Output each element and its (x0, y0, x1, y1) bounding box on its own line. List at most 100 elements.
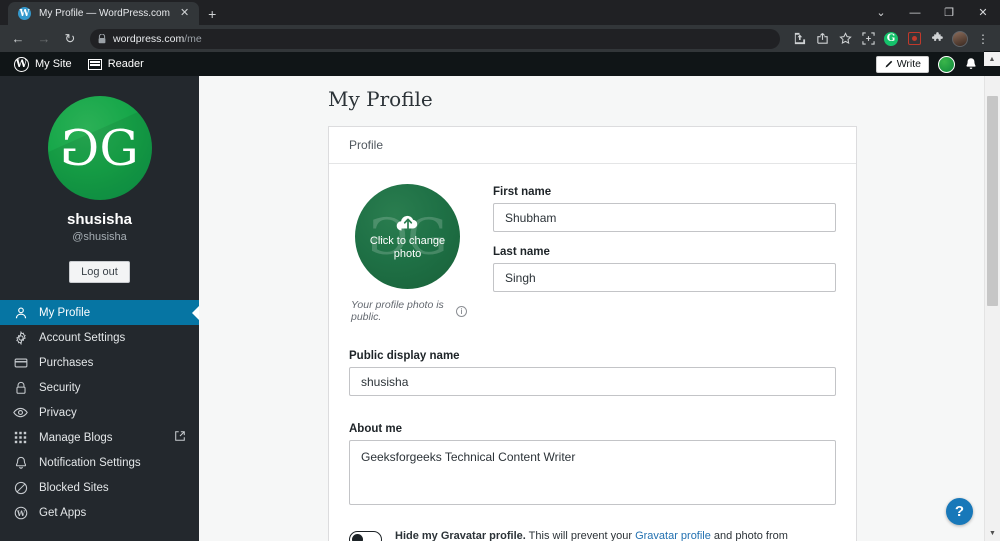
install-app-icon[interactable] (788, 28, 810, 50)
extensions-puzzle-icon[interactable] (926, 28, 948, 50)
page-scrollbar[interactable]: ▼ (984, 76, 1000, 541)
browser-toolbar: ← → ↻ wordpress.com/me G ⋮ (0, 25, 1000, 52)
bell-icon (13, 456, 28, 470)
wordpress-favicon-icon: W (18, 7, 31, 20)
minimize-button[interactable]: — (898, 0, 932, 25)
browser-tab-strip: W My Profile — WordPress.com ✕ + ⌄ — ❐ ✕ (0, 0, 1000, 25)
share-icon[interactable] (811, 28, 833, 50)
reader-label: Reader (107, 58, 144, 70)
profile-sidebar: GG shusisha @shusisha Log out My Profile (0, 76, 199, 541)
bookmark-star-icon[interactable] (834, 28, 856, 50)
sidebar-item-label: Privacy (39, 406, 77, 419)
back-icon[interactable]: ← (6, 27, 30, 51)
maximize-button[interactable]: ❐ (932, 0, 966, 25)
page-body: GG shusisha @shusisha Log out My Profile (0, 76, 1000, 541)
name-fields-column: First name Last name (493, 184, 836, 323)
gravatar-profile-link[interactable]: Gravatar profile (635, 530, 711, 541)
scrollbar-thumb[interactable] (987, 96, 998, 306)
about-me-textarea[interactable]: Geeksforgeeks Technical Content Writer (349, 440, 836, 505)
first-name-label: First name (493, 186, 552, 198)
notifications-bell-icon[interactable] (964, 57, 978, 71)
sidebar-item-label: Get Apps (39, 506, 87, 519)
sidebar-profile-block: GG shusisha @shusisha Log out (0, 76, 199, 283)
sidebar-item-purchases[interactable]: Purchases (0, 350, 199, 375)
sidebar-item-manage-blogs[interactable]: Manage Blogs (0, 425, 199, 450)
photo-public-note: Your profile photo is public. i (351, 299, 467, 323)
tab-title: My Profile — WordPress.com (39, 8, 170, 19)
sidebar-item-label: Blocked Sites (39, 481, 109, 494)
window-controls: ⌄ — ❐ ✕ (864, 0, 1000, 25)
public-display-name-label: Public display name (349, 350, 460, 362)
sidebar-menu: My Profile Account Settings Purchases Se… (0, 300, 199, 525)
hide-gravatar-description: Hide my Gravatar profile. This will prev… (395, 530, 788, 541)
upload-icon (396, 215, 417, 231)
write-button[interactable]: Write (875, 55, 929, 73)
scroll-down-arrow[interactable]: ▼ (985, 525, 1000, 541)
profile-avatar-icon[interactable] (949, 28, 971, 50)
sidebar-item-account-settings[interactable]: Account Settings (0, 325, 199, 350)
sidebar-item-security[interactable]: Security (0, 375, 199, 400)
public-display-name-field: Public display name (349, 350, 836, 396)
new-tab-button[interactable]: + (208, 7, 216, 21)
wordpress-masthead: W My Site Reader Write (0, 52, 1000, 76)
sidebar-item-my-profile[interactable]: My Profile (0, 300, 199, 325)
sidebar-item-label: Manage Blogs (39, 431, 113, 444)
chrome-menu-icon[interactable]: ⋮ (972, 28, 994, 50)
browser-window: W My Profile — WordPress.com ✕ + ⌄ — ❐ ✕… (0, 0, 1000, 541)
lock-icon (13, 381, 28, 395)
logout-button[interactable]: Log out (69, 261, 130, 283)
grammarly-extension-icon[interactable]: G (880, 28, 902, 50)
info-icon[interactable]: i (456, 305, 467, 317)
external-link-icon (174, 430, 186, 445)
my-site-label: My Site (35, 58, 72, 70)
url-text: wordpress.com/me (113, 32, 202, 45)
close-tab-icon[interactable]: ✕ (178, 8, 191, 19)
reader-icon (87, 58, 102, 70)
card-header-profile: Profile (329, 127, 856, 164)
sidebar-avatar[interactable]: GG (47, 96, 152, 200)
hide-gravatar-toggle[interactable] (349, 531, 382, 541)
gear-icon (13, 330, 28, 345)
first-name-input[interactable] (493, 203, 836, 232)
credit-card-icon (13, 356, 28, 370)
sidebar-item-label: Purchases (39, 356, 94, 369)
sidebar-item-notification-settings[interactable]: Notification Settings (0, 450, 199, 475)
change-photo-label: Click to change photo (369, 234, 446, 260)
pencil-icon (885, 60, 892, 67)
close-window-button[interactable]: ✕ (966, 0, 1000, 25)
hide-gravatar-bold-label: Hide my Gravatar profile. (395, 530, 526, 541)
screenshot-capture-icon[interactable] (857, 28, 879, 50)
main-content: My Profile Profile GG Click to change ph… (199, 76, 1000, 541)
change-photo-button[interactable]: GG Click to change photo (355, 184, 460, 289)
help-button[interactable]: ? (946, 498, 973, 525)
sidebar-item-label: Notification Settings (39, 456, 141, 469)
public-display-name-input[interactable] (349, 367, 836, 396)
about-me-label: About me (349, 423, 403, 435)
address-bar[interactable]: wordpress.com/me (90, 28, 780, 49)
write-label: Write (896, 58, 921, 70)
hide-gravatar-row: Hide my Gravatar profile. This will prev… (349, 529, 836, 541)
forward-icon[interactable]: → (32, 27, 56, 51)
scroll-up-arrow[interactable]: ▲ (984, 52, 1000, 66)
last-name-input[interactable] (493, 263, 836, 292)
reload-icon[interactable]: ↻ (58, 27, 82, 51)
masthead-my-site[interactable]: W My Site (6, 52, 80, 76)
sidebar-display-name: shusisha (66, 211, 133, 228)
sidebar-item-privacy[interactable]: Privacy (0, 400, 199, 425)
avatar-column: GG Click to change photo Your profile ph… (349, 184, 467, 323)
grid-icon (13, 431, 28, 444)
sidebar-item-label: Account Settings (39, 331, 126, 344)
screen-recorder-extension-icon[interactable] (903, 28, 925, 50)
about-me-field: About me Geeksforgeeks Technical Content… (349, 423, 836, 510)
sidebar-handle: @shusisha (72, 231, 127, 243)
tab-search-icon[interactable]: ⌄ (864, 0, 898, 25)
toolbar-icon-group: G ⋮ (788, 28, 994, 50)
browser-tab[interactable]: W My Profile — WordPress.com ✕ (8, 2, 200, 25)
masthead-reader[interactable]: Reader (80, 52, 152, 76)
sidebar-item-blocked-sites[interactable]: Blocked Sites (0, 475, 199, 500)
sidebar-item-get-apps[interactable]: W Get Apps (0, 500, 199, 525)
eye-icon (13, 405, 28, 420)
wordpress-logo-icon: W (14, 56, 29, 72)
masthead-avatar[interactable] (938, 55, 955, 73)
page-title: My Profile (328, 87, 433, 111)
